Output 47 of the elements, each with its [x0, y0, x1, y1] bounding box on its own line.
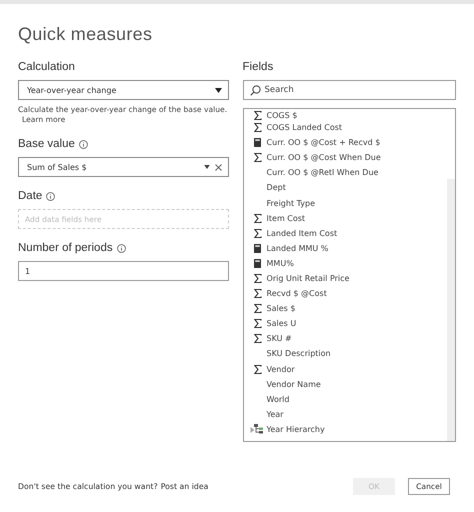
calculator-icon — [254, 258, 261, 268]
caret-icon — [214, 88, 222, 92]
field-item[interactable]: COGS Landed Cost — [266, 123, 342, 132]
field-item[interactable]: Year Hierarchy — [266, 424, 325, 434]
search-field[interactable]: Search — [242, 80, 456, 100]
calculator-icon — [254, 138, 261, 148]
caret-icon — [204, 165, 210, 169]
field-item[interactable]: MMU% — [266, 258, 294, 268]
fields-label: Fields — [242, 60, 274, 75]
field-item[interactable]: Year — [266, 410, 284, 419]
periods-label: Number of periods — [18, 242, 113, 254]
field-item[interactable]: Item Cost — [266, 214, 306, 223]
field-item[interactable]: Recvd $ @Cost — [266, 289, 327, 298]
calculation-dropdown[interactable]: Year-over-year change — [18, 80, 229, 100]
field-item[interactable]: Freight Type — [266, 198, 316, 208]
field-item[interactable]: World — [266, 394, 290, 404]
expand-icon[interactable] — [250, 426, 255, 433]
hierarchy-icon — [254, 424, 264, 434]
clear-icon[interactable] — [214, 164, 222, 170]
field-item[interactable]: Sales $ — [266, 304, 296, 314]
scrollbar-thumb[interactable] — [447, 179, 455, 441]
info-icon — [46, 192, 56, 200]
field-item[interactable]: Sales U — [266, 319, 296, 328]
field-item[interactable]: SKU Description — [266, 349, 331, 358]
field-item[interactable]: Curr. OO $ @Cost + Recvd $ — [266, 138, 380, 148]
field-item[interactable]: Curr. OO $ @Cost When Due — [266, 153, 381, 162]
dialog-title: Quick measures — [18, 24, 154, 45]
periods-input[interactable]: 1 — [18, 261, 229, 281]
field-item[interactable]: Orig Unit Retail Price — [266, 274, 350, 283]
base-value-label: Base value — [18, 138, 75, 150]
field-item[interactable]: SKU # — [266, 334, 292, 344]
field-item[interactable]: Landed MMU % — [266, 244, 328, 253]
date-label: Date — [18, 190, 42, 202]
base-value-field[interactable]: Sum of Sales $ — [18, 157, 229, 177]
sigma-icon — [254, 153, 262, 162]
field-item[interactable]: Vendor — [266, 364, 295, 374]
info-icon — [78, 140, 88, 148]
field-item[interactable]: Vendor Name — [266, 380, 321, 389]
search-icon — [250, 84, 261, 96]
field-item[interactable]: Landed Item Cost — [266, 228, 338, 238]
field-item[interactable]: Curr. OO $ @Retl When Due — [266, 168, 378, 178]
info-icon — [116, 244, 126, 252]
field-item[interactable]: COGS $ — [266, 111, 298, 120]
calculation-label: Calculation — [18, 60, 76, 75]
calculator-icon — [254, 244, 261, 253]
field-item[interactable]: Dept — [266, 183, 286, 192]
sigma-icon — [254, 364, 262, 374]
